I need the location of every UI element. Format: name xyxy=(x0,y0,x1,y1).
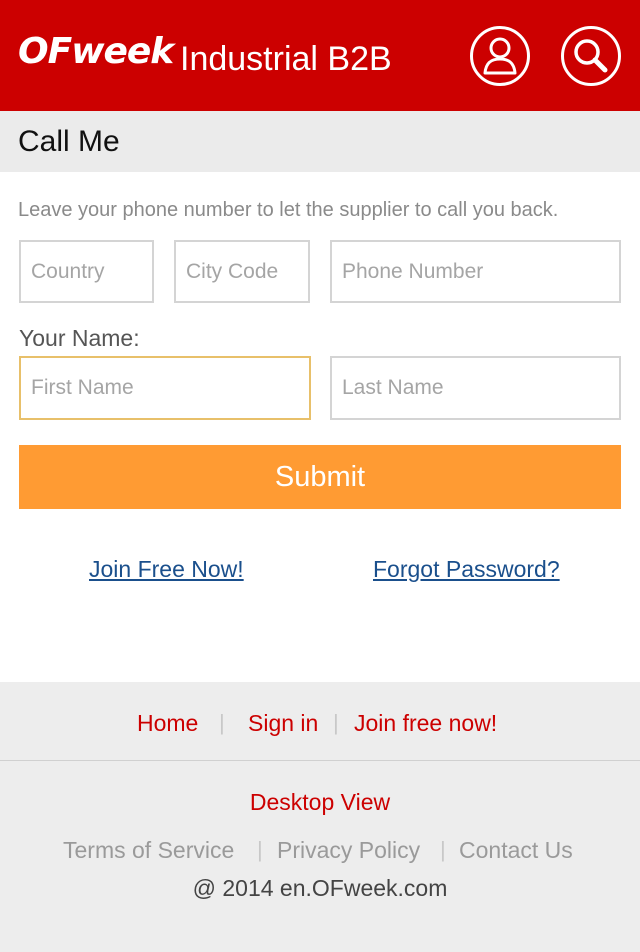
footer-divider xyxy=(0,760,640,761)
terms-link[interactable]: Terms of Service xyxy=(63,836,234,864)
form-intro-text: Leave your phone number to let the suppl… xyxy=(18,199,559,221)
footer-join-link[interactable]: Join free now! xyxy=(354,709,497,737)
footer-home-link[interactable]: Home xyxy=(137,709,198,737)
name-label: Your Name: xyxy=(19,325,140,351)
join-free-link[interactable]: Join Free Now! xyxy=(89,555,244,583)
footer-sign-in-link[interactable]: Sign in xyxy=(248,709,318,737)
first-name-input[interactable] xyxy=(19,356,311,420)
footer-separator: | xyxy=(333,710,339,735)
footer xyxy=(0,682,640,952)
copyright-text: @ 2014 en.OFweek.com xyxy=(192,875,448,901)
user-icon xyxy=(483,37,517,75)
footer-separator: | xyxy=(219,710,225,735)
submit-button[interactable]: Submit xyxy=(19,445,621,509)
user-button[interactable] xyxy=(470,26,530,86)
footer-separator: | xyxy=(440,837,446,862)
phone-number-input[interactable] xyxy=(330,240,621,303)
contact-link[interactable]: Contact Us xyxy=(459,836,573,864)
country-input[interactable] xyxy=(19,240,154,303)
page-title: Call Me xyxy=(18,125,120,158)
search-button[interactable] xyxy=(561,26,621,86)
desktop-view-link[interactable]: Desktop View xyxy=(0,788,640,816)
search-icon xyxy=(574,39,608,73)
last-name-input[interactable] xyxy=(330,356,621,420)
ofweek-logo[interactable]: OFweek xyxy=(18,30,174,74)
privacy-link[interactable]: Privacy Policy xyxy=(277,836,420,864)
footer-separator: | xyxy=(257,837,263,862)
city-code-input[interactable] xyxy=(174,240,310,303)
site-name: Industrial B2B xyxy=(180,40,392,78)
forgot-password-link[interactable]: Forgot Password? xyxy=(373,555,560,583)
